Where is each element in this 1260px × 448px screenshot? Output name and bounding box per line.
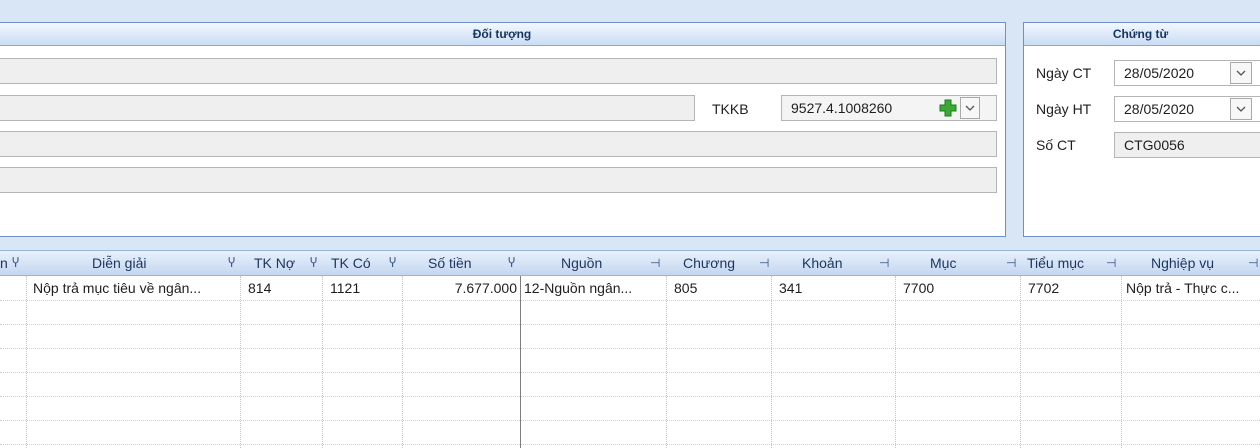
pin-icon[interactable]: Ⴤ: [389, 251, 396, 275]
column-divider: [771, 276, 772, 448]
table-cell[interactable]: 805: [666, 276, 771, 300]
pin-icon[interactable]: Ⴤ: [508, 251, 515, 275]
chevron-down-icon: [1236, 70, 1246, 76]
tkkb-label: TKKB: [712, 101, 749, 117]
doi-tuong-field-2[interactable]: [0, 95, 695, 121]
column-header[interactable]: Tiểu mục: [1027, 251, 1084, 275]
table-cell[interactable]: 1121: [322, 276, 402, 300]
row-divider: [0, 300, 1260, 301]
column-header[interactable]: Diễn giải: [92, 251, 146, 275]
pin-icon[interactable]: Ⴤ: [12, 251, 19, 275]
column-divider: [402, 276, 403, 448]
table-cell[interactable]: 7.677.000: [402, 276, 520, 300]
row-divider: [0, 444, 1260, 445]
column-divider: [895, 276, 896, 448]
table-cell[interactable]: Nộp trả - Thực c...: [1121, 276, 1260, 300]
pin-icon[interactable]: Ⴤ: [228, 251, 235, 275]
chung-tu-title: Chứng từ: [1024, 23, 1260, 46]
tkkb-value: 9527.4.1008260: [791, 100, 893, 116]
doi-tuong-panel: Đối tượng: [0, 22, 1006, 237]
so-ct-input[interactable]: CTG0056: [1114, 132, 1260, 158]
table-cell[interactable]: Nộp trả mục tiêu về ngân...: [26, 276, 240, 300]
table-cell[interactable]: 12-Nguồn ngân...: [520, 276, 666, 300]
pin-icon[interactable]: ⊣: [1106, 251, 1116, 275]
column-header[interactable]: Nguồn: [561, 251, 602, 275]
column-header[interactable]: n: [0, 251, 8, 275]
row-divider: [0, 396, 1260, 397]
doi-tuong-field-3[interactable]: [0, 131, 997, 157]
column-header[interactable]: TK Có: [331, 251, 371, 275]
row-divider: [0, 348, 1260, 349]
table-row[interactable]: Nộp trả mục tiêu về ngân... 814 1121 7.6…: [0, 276, 1260, 300]
ngay-ct-dropdown-button[interactable]: [1230, 62, 1252, 84]
doi-tuong-title: Đối tượng: [0, 23, 1005, 46]
column-divider: [520, 276, 521, 448]
column-header[interactable]: TK Nợ: [254, 251, 295, 275]
ngay-ht-dropdown-button[interactable]: [1230, 98, 1252, 120]
pin-icon[interactable]: Ⴤ: [310, 251, 317, 275]
grid-header: n Ⴤ Diễn giải Ⴤ TK Nợ Ⴤ TK Có Ⴤ Số tiền …: [0, 250, 1260, 276]
ngay-ht-label: Ngày HT: [1036, 101, 1092, 117]
column-divider: [666, 276, 667, 448]
chevron-down-icon: [1236, 106, 1246, 112]
pin-icon[interactable]: ⊣: [1006, 251, 1016, 275]
ngay-ct-label: Ngày CT: [1036, 65, 1092, 81]
column-divider: [322, 276, 323, 448]
row-divider: [0, 420, 1260, 421]
column-header[interactable]: Khoản: [802, 251, 842, 275]
tkkb-dropdown-button[interactable]: [960, 97, 980, 119]
table-cell[interactable]: 341: [771, 276, 895, 300]
pin-icon[interactable]: ⊣: [759, 251, 769, 275]
column-header[interactable]: Nghiệp vụ: [1151, 251, 1214, 275]
column-divider: [1121, 276, 1122, 448]
column-header[interactable]: Chương: [683, 251, 735, 275]
column-header[interactable]: Mục: [930, 251, 956, 275]
pin-icon[interactable]: ⊣: [650, 251, 660, 275]
table-cell[interactable]: 7700: [895, 276, 1020, 300]
table-cell[interactable]: 814: [240, 276, 322, 300]
row-divider: [0, 372, 1260, 373]
add-icon[interactable]: [938, 98, 958, 118]
column-header[interactable]: Số tiền: [428, 251, 472, 275]
column-divider: [1020, 276, 1021, 448]
doi-tuong-field-4[interactable]: [0, 167, 997, 193]
grid-body: Nộp trả mục tiêu về ngân... 814 1121 7.6…: [0, 276, 1260, 448]
table-cell[interactable]: [0, 276, 26, 300]
row-divider: [0, 324, 1260, 325]
chung-tu-panel: Chứng từ: [1023, 22, 1260, 237]
column-divider: [240, 276, 241, 448]
pin-icon[interactable]: ⊣: [1248, 251, 1258, 275]
table-cell[interactable]: 7702: [1020, 276, 1121, 300]
so-ct-label: Số CT: [1036, 137, 1076, 153]
doi-tuong-field-1[interactable]: [0, 58, 997, 84]
chevron-down-icon: [965, 105, 975, 111]
pin-icon[interactable]: ⊣: [879, 251, 889, 275]
column-divider: [26, 276, 27, 448]
